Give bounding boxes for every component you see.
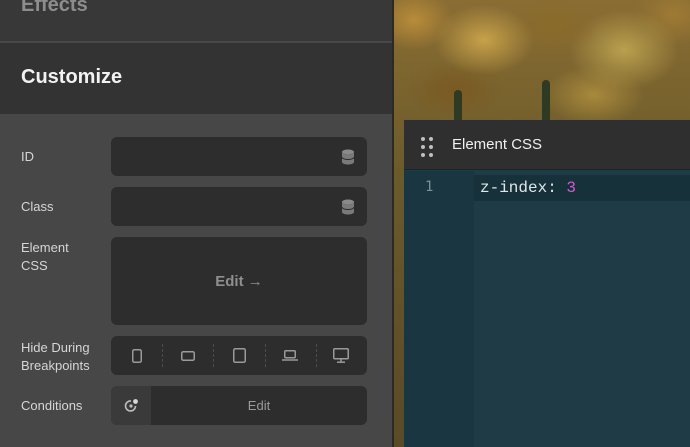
class-label: Class <box>21 199 54 214</box>
breakpoint-mobile-portrait[interactable] <box>111 336 162 375</box>
drag-handle-icon[interactable] <box>421 137 433 157</box>
element-css-panel: Element CSS 1 z-index: 3 <box>404 120 690 447</box>
mobile-portrait-icon <box>131 348 142 363</box>
builder-sidebar: Effects Customize ID Class Element CSS E… <box>0 0 392 447</box>
database-icon[interactable] <box>341 149 355 165</box>
laptop-icon <box>282 350 299 361</box>
tree-shape <box>542 80 550 120</box>
desktop-icon <box>333 348 350 363</box>
tree-shape <box>454 90 462 120</box>
id-label: ID <box>21 149 34 164</box>
breakpoint-mobile-landscape[interactable] <box>162 336 213 375</box>
hide-breakpoints-label: Hide During Breakpoints <box>21 340 90 373</box>
conditions-control: Edit <box>111 386 367 425</box>
element-css-label: Element CSS <box>21 240 69 273</box>
line-number: 1 <box>425 179 434 195</box>
conditions-icon <box>124 398 138 412</box>
breakpoint-desktop[interactable] <box>315 336 367 375</box>
breakpoint-tablet-portrait[interactable] <box>213 336 264 375</box>
conditions-label: Conditions <box>21 398 83 413</box>
effects-section-header[interactable]: Effects <box>0 0 392 42</box>
breakpoint-laptop[interactable] <box>264 336 316 375</box>
css-code-editor[interactable]: z-index: 3 <box>474 171 690 447</box>
id-input[interactable] <box>111 137 367 176</box>
code-property: z-index: <box>480 179 567 197</box>
code-value: 3 <box>566 179 577 197</box>
customize-section-header[interactable]: Customize <box>0 43 392 114</box>
customize-label: Customize <box>21 66 123 88</box>
conditions-icon-button[interactable] <box>111 386 151 425</box>
effects-label: Effects <box>21 0 88 16</box>
breakpoint-toggles <box>111 336 367 375</box>
element-css-edit-button[interactable]: Edit → <box>111 237 367 325</box>
line-number-gutter <box>404 171 474 447</box>
element-css-panel-header: Element CSS <box>404 120 690 170</box>
element-css-title: Element CSS <box>452 136 543 153</box>
conditions-edit-button[interactable]: Edit <box>151 386 367 425</box>
element-css-box: Edit → <box>111 237 367 325</box>
tablet-portrait-icon <box>232 348 246 363</box>
class-input[interactable] <box>111 187 367 226</box>
mobile-landscape-icon <box>180 350 195 361</box>
code-line[interactable]: z-index: 3 <box>480 179 576 197</box>
database-icon[interactable] <box>341 199 355 215</box>
